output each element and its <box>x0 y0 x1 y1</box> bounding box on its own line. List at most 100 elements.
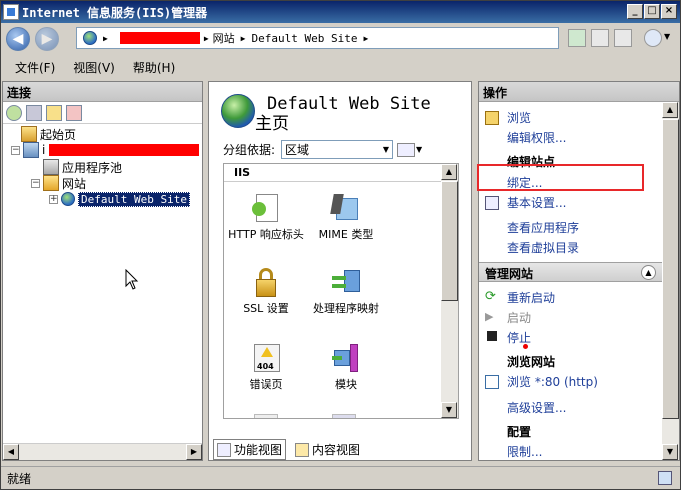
page-subtitle: 主页 <box>255 114 289 134</box>
tab-label: 内容视图 <box>312 443 361 457</box>
tree-node-default-site[interactable]: + Default Web Site <box>49 191 190 207</box>
action-advanced-settings[interactable]: 高级设置... <box>507 399 566 416</box>
restart-icon: ⟳ <box>485 289 496 304</box>
http-headers-icon <box>250 192 282 224</box>
scroll-left-icon[interactable]: ◀ <box>3 444 19 460</box>
breadcrumb-default-site[interactable]: Default Web Site <box>251 32 357 45</box>
view-tabs: 功能视图 内容视图 <box>213 439 363 460</box>
collapse-icon[interactable]: − <box>11 145 20 155</box>
connect-icon[interactable] <box>6 104 22 121</box>
tab-content-view[interactable]: 内容视图 <box>292 439 363 460</box>
connections-header: 连接 <box>3 82 202 102</box>
annotation-dot <box>523 344 528 349</box>
chevron-down-icon[interactable]: ▼ <box>664 32 670 41</box>
tree-node-start-page[interactable]: 起始页 <box>21 126 76 142</box>
collapse-icon[interactable]: − <box>31 178 40 188</box>
feature-handler-mappings[interactable]: 处理程序映射 <box>306 266 386 315</box>
feature-http-response-headers[interactable]: HTTP 响应标头 <box>226 192 306 241</box>
scroll-thumb[interactable] <box>441 181 458 301</box>
tree-node-sites[interactable]: − 网站 <box>31 175 86 191</box>
tab-features-view[interactable]: 功能视图 <box>213 439 287 460</box>
title-bar: Internet 信息服务(IIS)管理器 _ □ × <box>1 1 680 23</box>
stop-loading-icon[interactable] <box>591 29 609 47</box>
connections-pane: 连接 起始页 − i 应用程序池 − 网站 + Default Web Site… <box>2 81 203 461</box>
breadcrumb-separator[interactable]: ▶ <box>363 34 368 43</box>
start-page-icon <box>21 126 37 142</box>
tree-label: 网站 <box>62 176 87 191</box>
scroll-thumb[interactable] <box>662 119 679 419</box>
page-header: Default Web Site 主页 <box>221 94 431 134</box>
expand-icon[interactable]: + <box>49 194 58 204</box>
section-manage-site[interactable]: 管理网站 ▲ <box>479 262 662 282</box>
vertical-scrollbar[interactable]: ▲ ▼ <box>441 164 458 418</box>
feature-ssl-settings[interactable]: SSL 设置 <box>226 266 306 315</box>
up-folder-icon[interactable] <box>46 104 62 121</box>
refresh-icon[interactable] <box>568 29 586 47</box>
feature-label: MIME 类型 <box>318 228 374 241</box>
group-by-bar: 分组依据: 区域 ▼ ▼ <box>223 140 422 159</box>
horizontal-scrollbar[interactable]: ◀ ▶ <box>3 443 202 460</box>
section-configure: 配置 <box>507 425 532 439</box>
status-text: 就绪 <box>7 472 32 486</box>
maximize-button[interactable]: □ <box>644 4 660 19</box>
address-row: ◀ ▶ ▶ ▶ 网站 ▶ Default Web Site ▶ ▼ <box>1 23 680 56</box>
forward-button[interactable]: ▶ <box>35 27 59 51</box>
group-by-select[interactable]: 区域 ▼ <box>281 140 394 159</box>
action-edit-permissions[interactable]: 编辑权限... <box>507 129 566 146</box>
menu-bar: 文件(F) 视图(V) 帮助(H) <box>1 56 680 78</box>
action-view-applications[interactable]: 查看应用程序 <box>507 219 579 236</box>
scroll-down-icon[interactable]: ▼ <box>441 402 457 418</box>
breadcrumb-separator[interactable]: ▶ <box>204 34 209 43</box>
page-title: Default Web Site <box>267 94 431 114</box>
close-button[interactable]: × <box>661 4 677 19</box>
tree-node-server[interactable]: − i <box>11 142 200 158</box>
feature-error-pages[interactable]: 404 错误页 <box>226 342 306 391</box>
save-icon[interactable] <box>26 104 42 121</box>
menu-help[interactable]: 帮助(H) <box>133 59 175 76</box>
lock-icon <box>250 266 282 298</box>
window-title: Internet 信息服务(IIS)管理器 <box>22 5 208 20</box>
tree-node-app-pools[interactable]: 应用程序池 <box>43 159 122 175</box>
action-start[interactable]: 启动 <box>507 309 531 326</box>
delete-connection-icon[interactable] <box>66 104 82 121</box>
action-limits[interactable]: 限制... <box>507 443 542 460</box>
chevron-down-icon: ▼ <box>382 145 390 154</box>
address-bar[interactable]: ▶ ▶ 网站 ▶ Default Web Site ▶ <box>76 27 559 49</box>
breadcrumb-sites[interactable]: 网站 <box>213 30 235 46</box>
content-view-icon <box>295 442 310 457</box>
actions-header: 操作 <box>479 82 679 102</box>
breadcrumb-separator[interactable]: ▶ <box>103 34 108 43</box>
breadcrumb-separator[interactable]: ▶ <box>241 34 246 43</box>
home-icon[interactable] <box>614 29 632 47</box>
globe-icon <box>83 31 97 45</box>
action-restart[interactable]: 重新启动 <box>507 289 555 306</box>
mime-types-icon <box>330 192 362 224</box>
actions-scrollbar[interactable]: ▲ ▼ <box>662 102 679 460</box>
back-button[interactable]: ◀ <box>6 27 30 51</box>
collapse-section-icon[interactable]: ▲ <box>641 265 656 280</box>
action-stop[interactable]: 停止 <box>507 329 531 346</box>
connections-toolbar <box>3 102 202 124</box>
action-basic-settings[interactable]: 基本设置... <box>507 194 566 211</box>
help-icon[interactable] <box>644 29 662 47</box>
site-globe-icon <box>221 94 255 128</box>
view-mode-icon[interactable] <box>397 142 416 157</box>
action-view-virtual-directories[interactable]: 查看虚拟目录 <box>507 239 579 256</box>
feature-label: 模块 <box>335 378 357 391</box>
menu-file[interactable]: 文件(F) <box>15 59 55 76</box>
scroll-right-icon[interactable]: ▶ <box>186 444 202 460</box>
scroll-up-icon[interactable]: ▲ <box>662 102 678 118</box>
feature-mime-types[interactable]: MIME 类型 <box>306 192 386 241</box>
action-browse[interactable]: 浏览 <box>507 109 531 126</box>
feature-modules[interactable]: 模块 <box>306 342 386 391</box>
chevron-down-icon[interactable]: ▼ <box>416 145 422 154</box>
feature-icons-panel: IIS HTTP 响应标头 MIME 类型 SSL 设置 处理程序映射 404 … <box>223 163 459 419</box>
network-status-icon <box>658 471 672 485</box>
menu-view[interactable]: 视图(V) <box>73 59 115 76</box>
scroll-up-icon[interactable]: ▲ <box>441 164 457 180</box>
error-code-label: 404 <box>257 362 274 371</box>
minimize-button[interactable]: _ <box>627 4 643 19</box>
scroll-down-icon[interactable]: ▼ <box>662 444 678 460</box>
section-header-iis: IIS <box>224 164 444 182</box>
action-browse-port-80[interactable]: 浏览 *:80 (http) <box>507 373 598 390</box>
